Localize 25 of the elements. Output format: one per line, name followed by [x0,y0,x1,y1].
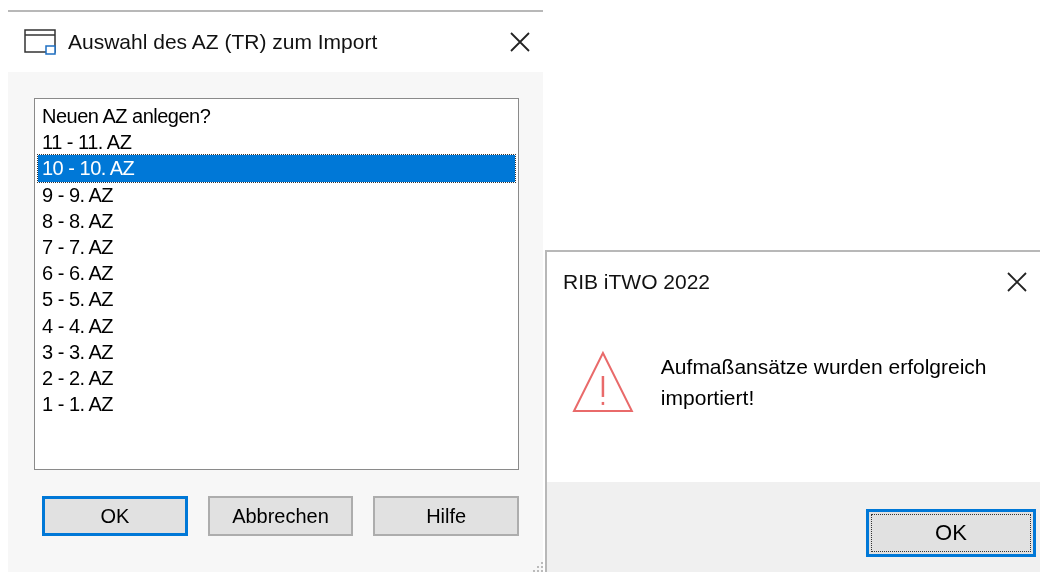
resize-grip-icon[interactable] [531,560,543,572]
ok-button[interactable]: OK [866,509,1036,557]
dialog-button[interactable]: Abbrechen [207,496,354,536]
list-item[interactable]: 2 - 2. AZ [38,364,515,392]
list-item[interactable]: 4 - 4. AZ [38,312,515,339]
message-text: Aufmaßansätze wurden erfolgreich importiert! [660,354,988,411]
list-item[interactable]: 3 - 3. AZ [38,338,515,365]
list-item[interactable]: Neuen AZ anlegen? [38,103,515,130]
list-item[interactable]: 10 - 10. AZ [38,155,515,182]
list-item[interactable]: 8 - 8. AZ [38,207,515,234]
close-icon[interactable] [509,31,531,53]
close-icon[interactable] [1006,271,1028,293]
list-item[interactable]: 5 - 5. AZ [38,286,515,313]
window-icon [24,28,58,56]
warning-icon [571,350,635,414]
list-item[interactable]: 6 - 6. AZ [38,260,515,287]
list-item[interactable]: 11 - 11. AZ [38,129,515,156]
window-title: RIB iTWO 2022 [563,270,712,294]
list-box[interactable]: Neuen AZ anlegen? 11 - 11. AZ 10 - 10. AZ 9 - 9. AZ 8 - 8. AZ 7 - 7. AZ 6 - 6. AZ 5 - 5. AZ 4 - 4. AZ 3 - 3. AZ 2 - 2. AZ 1 - 1. AZ [34,98,519,470]
window-title: Auswahl des AZ (TR) zum Import [68,30,379,54]
list-item[interactable]: 1 - 1. AZ [38,391,515,418]
list-item[interactable]: 7 - 7. AZ [38,233,515,261]
list-item[interactable]: 9 - 9. AZ [38,181,515,208]
dialog-button[interactable]: OK [42,496,188,536]
dialog-button[interactable]: Hilfe [373,496,519,536]
